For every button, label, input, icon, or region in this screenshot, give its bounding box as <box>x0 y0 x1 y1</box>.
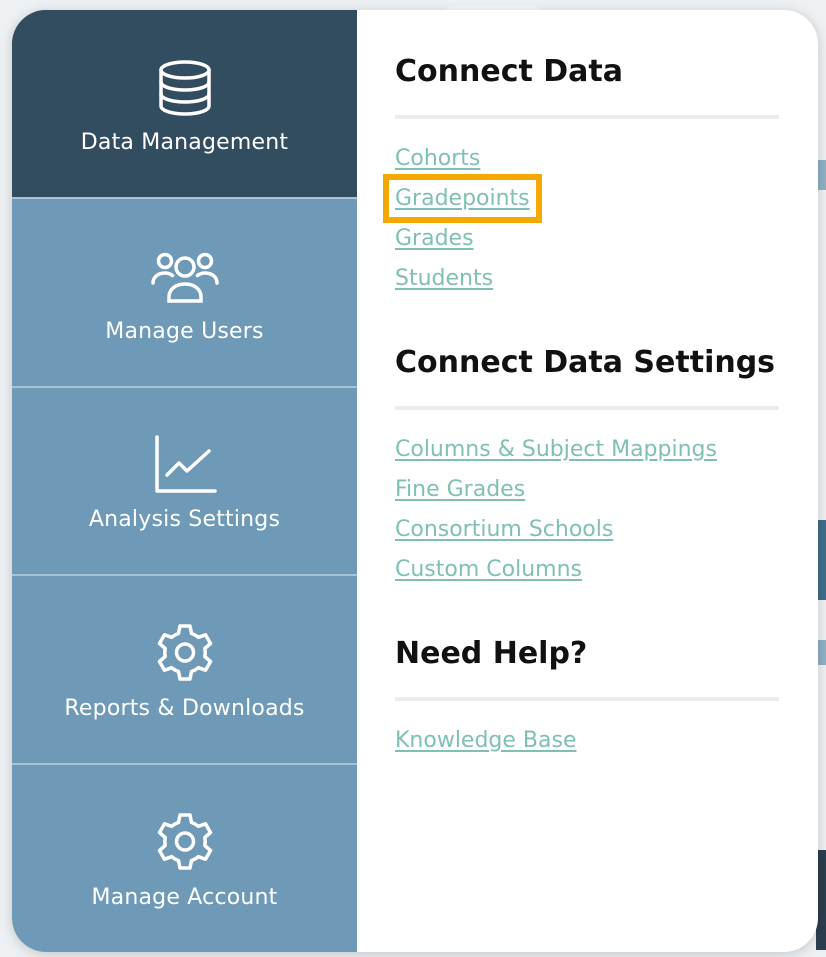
sidebar-item-analysis-settings[interactable]: Analysis Settings <box>12 388 357 577</box>
link-students[interactable]: Students <box>395 266 493 291</box>
gear-icon <box>149 618 221 690</box>
sidebar-item-data-management[interactable]: Data Management <box>12 10 357 199</box>
sidebar-item-label: Manage Users <box>105 318 264 344</box>
users-icon <box>149 241 221 313</box>
divider <box>395 697 779 701</box>
connect-data-settings-links: Columns & Subject Mappings Fine Grades C… <box>395 430 780 590</box>
list-item: Students <box>395 259 780 299</box>
divider <box>395 406 779 410</box>
sidebar-item-label: Data Management <box>80 129 289 155</box>
gear-icon <box>149 807 221 879</box>
sidebar-item-label: Reports & Downloads <box>64 696 305 722</box>
list-item: Custom Columns <box>395 550 780 590</box>
menu-panel: Connect Data Cohorts Gradepoints Grades … <box>357 10 818 952</box>
admin-menu-popup: Data Management Manage Users Analysis Se… <box>12 10 818 952</box>
link-grades[interactable]: Grades <box>395 226 474 251</box>
section-title-connect-data: Connect Data <box>395 54 623 89</box>
section-title-connect-data-settings: Connect Data Settings <box>395 345 776 380</box>
section-title-need-help: Need Help? <box>395 636 588 671</box>
list-item: Columns & Subject Mappings <box>395 430 780 470</box>
sidebar-item-label: Manage Account <box>91 885 278 911</box>
link-consortium-schools[interactable]: Consortium Schools <box>395 517 613 542</box>
list-item: Cohorts <box>395 139 780 179</box>
connect-data-links: Cohorts Gradepoints Grades Students <box>383 139 780 299</box>
link-knowledge-base[interactable]: Knowledge Base <box>395 728 577 753</box>
sidebar-item-reports-downloads[interactable]: Reports & Downloads <box>12 576 357 766</box>
list-item: Consortium Schools <box>395 510 780 550</box>
list-item: Fine Grades <box>395 470 780 510</box>
link-columns-subject-mappings[interactable]: Columns & Subject Mappings <box>395 437 717 462</box>
list-item: Gradepoints <box>383 174 780 223</box>
link-gradepoints[interactable]: Gradepoints <box>383 174 542 223</box>
divider <box>395 115 779 119</box>
sidebar: Data Management Manage Users Analysis Se… <box>12 10 357 952</box>
link-fine-grades[interactable]: Fine Grades <box>395 477 525 502</box>
list-item: Grades <box>395 219 780 259</box>
link-cohorts[interactable]: Cohorts <box>395 146 480 171</box>
sidebar-item-manage-account[interactable]: Manage Account <box>12 765 357 952</box>
link-custom-columns[interactable]: Custom Columns <box>395 557 582 582</box>
sidebar-item-label: Analysis Settings <box>88 507 281 533</box>
sidebar-item-manage-users[interactable]: Manage Users <box>12 199 357 388</box>
line-chart-icon <box>149 429 221 501</box>
database-icon <box>149 52 221 124</box>
help-links: Knowledge Base <box>395 721 780 761</box>
list-item: Knowledge Base <box>395 721 780 761</box>
